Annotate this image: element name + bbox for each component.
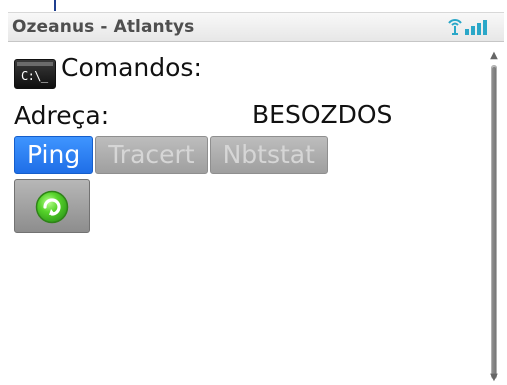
command-buttons: Ping Tracert Nbtstat	[14, 136, 328, 174]
screen-root: Ozeanus - Atlantys C:\_ Comandos: Adreça…	[0, 0, 507, 385]
commands-row: C:\_ Comandos:	[14, 53, 202, 89]
ping-button[interactable]: Ping	[14, 136, 94, 174]
address-label: Adreça:	[14, 101, 110, 130]
refresh-icon	[35, 190, 69, 224]
address-value: BESOZDOS	[252, 100, 393, 129]
refresh-button[interactable]	[14, 179, 90, 233]
commands-label: Comandos:	[61, 53, 202, 82]
top-strip	[0, 0, 507, 12]
scroll-down-icon[interactable]: ▼	[489, 373, 499, 383]
scroll-track[interactable]	[491, 65, 497, 379]
tracert-button[interactable]: Tracert	[95, 136, 208, 174]
main-content: C:\_ Comandos: Adreça: BESOZDOS Ping Tra…	[8, 43, 504, 385]
signal-strength-icon	[448, 18, 498, 36]
title-bar: Ozeanus - Atlantys	[8, 12, 504, 42]
cursor-marker	[54, 0, 56, 11]
terminal-icon-text: C:\_	[21, 69, 48, 83]
window-title: Ozeanus - Atlantys	[12, 17, 195, 37]
vertical-scrollbar[interactable]: ▲ ▼	[487, 43, 501, 385]
terminal-icon: C:\_	[14, 59, 56, 89]
scroll-thumb[interactable]	[492, 67, 496, 375]
nbtstat-button[interactable]: Nbtstat	[209, 136, 328, 174]
scroll-up-icon[interactable]: ▲	[489, 51, 499, 61]
